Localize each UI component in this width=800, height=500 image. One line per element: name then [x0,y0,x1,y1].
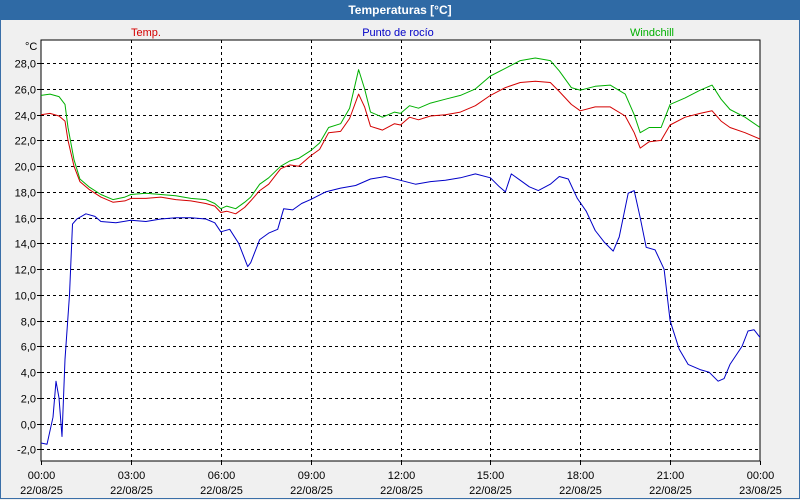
y-tick-label: 28,0 [15,59,36,71]
y-tick-label: 8,0 [21,317,36,329]
x-tick-time-label: 03:00 [118,470,146,482]
y-tick-label: 16,0 [15,214,36,226]
y-tick-label: 14,0 [15,239,36,251]
y-tick-label: 10,0 [15,291,36,303]
x-tick-time-label: 15:00 [477,470,505,482]
x-tick-date-label: 22/08/25 [380,485,423,497]
y-tick-label: 26,0 [15,85,36,97]
x-tick-date-label: 22/08/25 [290,485,333,497]
x-tick-time-label: 12:00 [388,470,416,482]
temperature-chart: 28,0 26,0 24,0 22,0 20,0 18,0 16,0 14,0 12,0 10,0… [15,27,782,497]
x-tick-time-label: 00:00 [28,470,56,482]
x-tick-time-label: 09:00 [298,470,326,482]
y-tick-label: 0,0 [21,420,36,432]
x-tick-date-label: 22/08/25 [200,485,243,497]
x-tick-date-label: 22/08/25 [469,485,512,497]
x-tick-date-label: 22/08/25 [649,485,692,497]
y-tick-label: 12,0 [15,265,36,277]
y-tick-label: 24,0 [15,111,36,123]
plot-area [40,39,761,462]
y-tick-label: 6,0 [21,342,36,354]
x-tick-time-label: 18:00 [567,470,595,482]
x-tick-time-label: 06:00 [208,470,236,482]
y-tick-label: -2,0 [17,445,36,457]
x-tick-date-label: 22/08/25 [110,485,153,497]
legend-entry: Temp. [131,27,161,39]
y-tick-label: 2,0 [21,394,36,406]
y-tick-label: 20,0 [15,162,36,174]
x-tick-time-label: 21:00 [657,470,685,482]
x-tick-time-label: 00:00 [747,470,775,482]
x-tick-date-label: 22/08/25 [20,485,63,497]
y-tick-label: 4,0 [21,368,36,380]
x-tick-date-label: 23/08/25 [739,485,782,497]
legend-entry: Windchill [630,27,674,39]
x-tick-date-label: 22/08/25 [559,485,602,497]
y-tick-label: 22,0 [15,136,36,148]
legend-entry: Punto de rocío [362,27,434,39]
y-unit-label: °C [25,41,37,53]
y-tick-label: 18,0 [15,188,36,200]
